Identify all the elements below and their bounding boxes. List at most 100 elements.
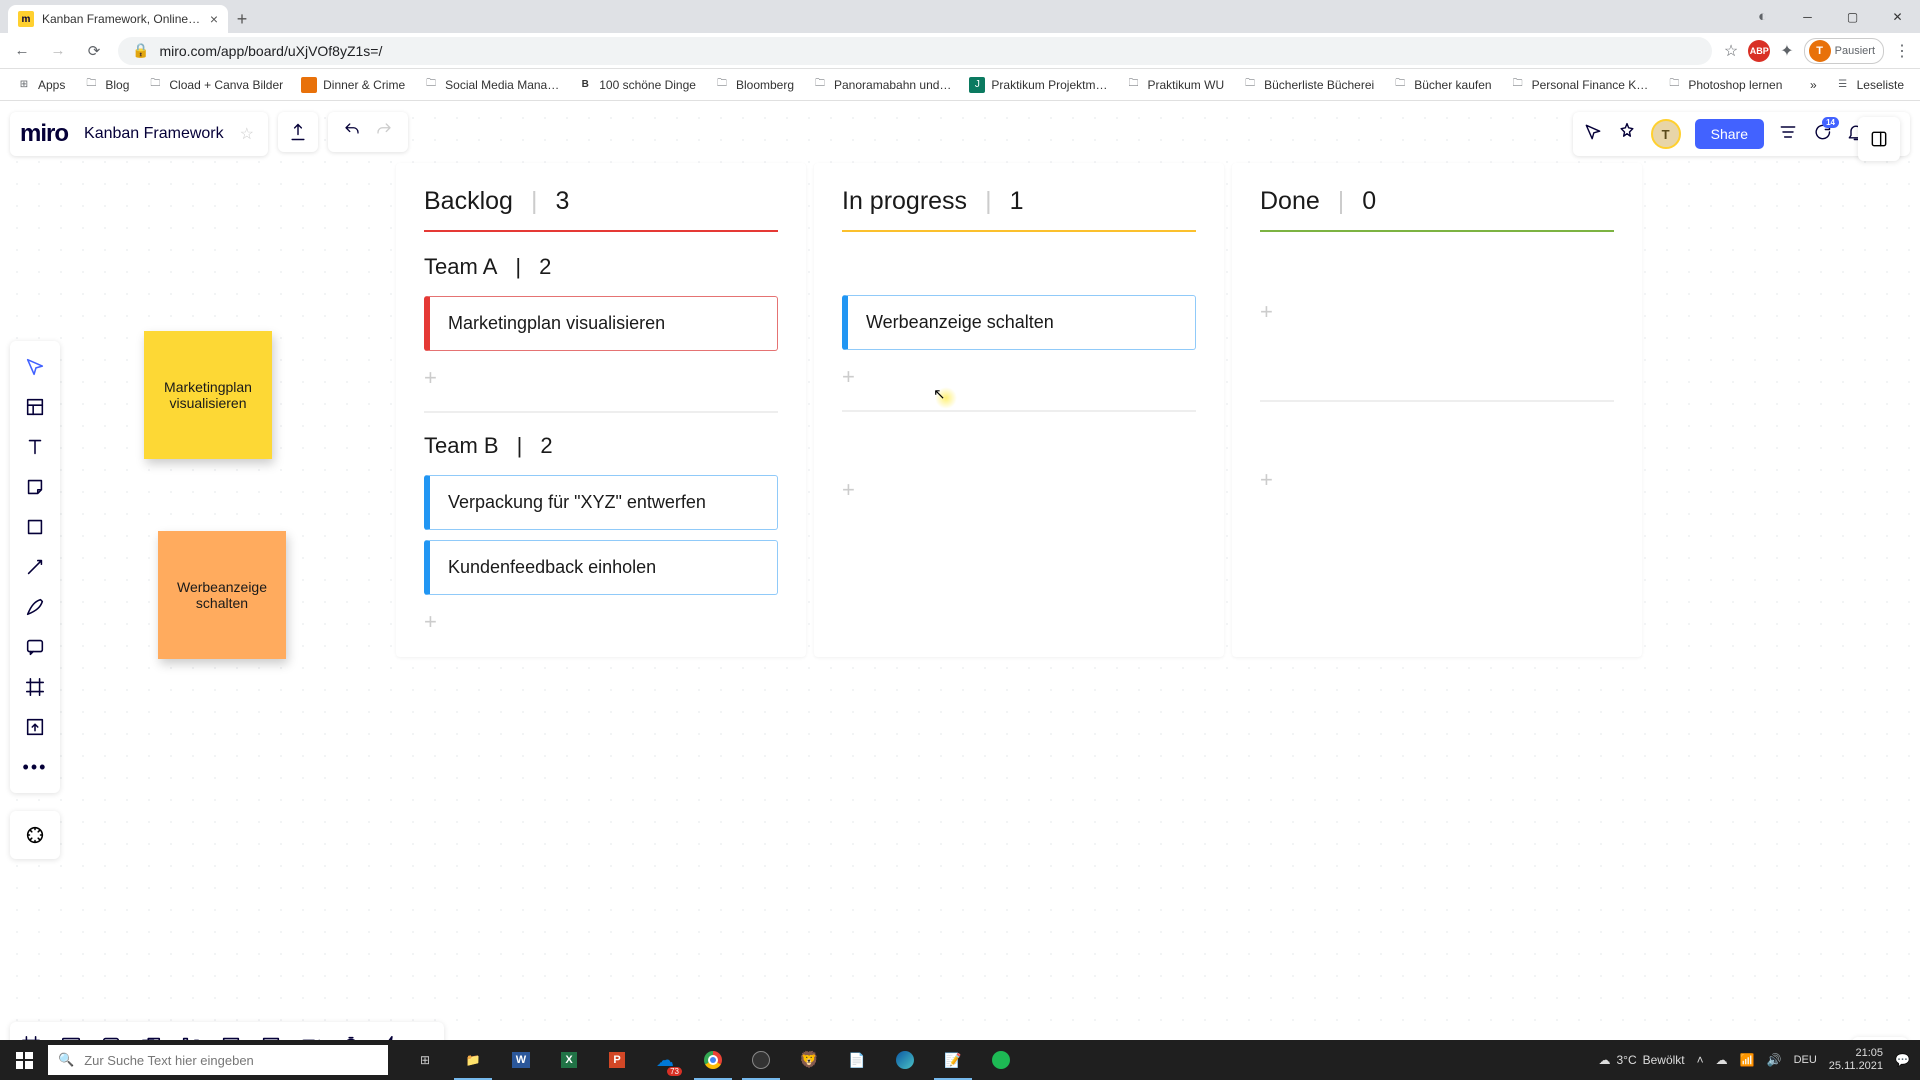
bookmark-item[interactable]: 🗀Bücherliste Bücherei <box>1236 74 1380 96</box>
comment-tool[interactable] <box>10 627 60 667</box>
back-button[interactable]: ← <box>10 39 34 63</box>
column-title: Done <box>1260 187 1320 216</box>
activity-panel-button[interactable] <box>1858 117 1900 161</box>
bookmark-item[interactable]: 🗀Photoshop lernen <box>1660 74 1788 96</box>
taskbar-app-powerpoint[interactable]: P <box>594 1040 640 1080</box>
taskbar-app-chrome[interactable] <box>690 1040 736 1080</box>
kanban-column-backlog[interactable]: Backlog | 3 Team A | 2 Marketingplan vis… <box>396 163 806 657</box>
taskbar-app-explorer[interactable]: 📁 <box>450 1040 496 1080</box>
taskbar-app-brave[interactable]: 🦁 <box>786 1040 832 1080</box>
bookmark-item[interactable]: 🗀Personal Finance K… <box>1504 74 1655 96</box>
browser-tab[interactable]: m Kanban Framework, Online Whit… × <box>8 5 228 33</box>
shape-tool[interactable] <box>10 507 60 547</box>
taskbar-search[interactable]: 🔍 Zur Suche Text hier eingeben <box>48 1045 388 1075</box>
url-field[interactable]: 🔒 miro.com/app/board/uXjVOf8yZ1s=/ <box>118 37 1712 65</box>
taskbar-app-rss[interactable]: 📄 <box>834 1040 880 1080</box>
add-card-button[interactable]: + <box>1260 295 1614 329</box>
taskbar-app-excel[interactable]: X <box>546 1040 592 1080</box>
taskbar-app-word[interactable]: W <box>498 1040 544 1080</box>
bookmark-item[interactable]: Dinner & Crime <box>295 74 411 96</box>
text-tool[interactable] <box>10 427 60 467</box>
wifi-icon[interactable]: 📶 <box>1740 1053 1755 1067</box>
task-view-button[interactable]: ⊞ <box>402 1040 448 1080</box>
bookmark-item[interactable]: 🗀Social Media Mana… <box>417 74 565 96</box>
comments-icon[interactable]: 14 <box>1812 122 1832 147</box>
kanban-board[interactable]: Backlog | 3 Team A | 2 Marketingplan vis… <box>396 163 1642 657</box>
sticky-note-yellow[interactable]: Marketingplan visualisieren <box>144 331 272 459</box>
abp-extension-icon[interactable]: ABP <box>1748 40 1770 62</box>
miro-logo[interactable]: miro <box>20 120 68 148</box>
clock[interactable]: 21:05 25.11.2021 <box>1829 1047 1883 1073</box>
templates-tool[interactable] <box>10 387 60 427</box>
undo-button[interactable] <box>343 121 361 144</box>
sticky-note-orange[interactable]: Werbeanzeige schalten <box>158 531 286 659</box>
sticky-tool[interactable] <box>10 467 60 507</box>
add-card-button[interactable]: + <box>842 360 1196 394</box>
kanban-card[interactable]: Verpackung für "XYZ" entwerfen <box>424 475 778 530</box>
bookmark-item[interactable]: B100 schöne Dinge <box>571 74 702 96</box>
board-name[interactable]: Kanban Framework <box>84 125 224 143</box>
add-card-button[interactable]: + <box>424 361 778 395</box>
more-tools[interactable]: ••• <box>10 747 60 787</box>
ai-tool-button[interactable] <box>10 811 60 859</box>
new-tab-button[interactable]: + <box>228 5 256 33</box>
bookmark-item[interactable]: 🗀Bücher kaufen <box>1386 74 1497 96</box>
cursor-icon[interactable] <box>1583 122 1603 147</box>
select-tool[interactable] <box>10 347 60 387</box>
onedrive-icon[interactable]: ☁ <box>1716 1053 1728 1067</box>
bookmarks-overflow-icon[interactable]: » <box>1804 78 1823 92</box>
extensions-icon[interactable]: ✦ <box>1780 41 1793 61</box>
bookmark-item[interactable]: 🗀Panoramabahn und… <box>806 74 957 96</box>
taskbar-app-notepad[interactable]: 📝 <box>930 1040 976 1080</box>
reading-list-button[interactable]: ☰Leseliste <box>1829 74 1910 96</box>
pen-tool[interactable] <box>10 587 60 627</box>
incognito-icon[interactable]: ◐ <box>1740 0 1785 33</box>
menu-icon[interactable]: ⋮ <box>1894 41 1910 61</box>
taskbar-app-edge[interactable] <box>882 1040 928 1080</box>
add-card-button[interactable]: + <box>842 473 1196 507</box>
weather-widget[interactable]: ☁ 3°C Bewölkt <box>1598 1053 1684 1067</box>
line-tool[interactable] <box>10 547 60 587</box>
taskbar-app-edge-old[interactable]: ☁73 <box>642 1040 688 1080</box>
bookmark-apps[interactable]: ⊞Apps <box>10 74 71 96</box>
kanban-card[interactable]: Kundenfeedback einholen <box>424 540 778 595</box>
star-board-icon[interactable]: ☆ <box>240 124 254 144</box>
bookmark-item[interactable]: 🗀Bloomberg <box>708 74 800 96</box>
star-icon[interactable]: ☆ <box>1724 41 1738 61</box>
language-indicator[interactable]: DEU <box>1794 1054 1817 1066</box>
bookmark-item[interactable]: 🗀Praktikum WU <box>1119 74 1230 96</box>
notification-badge: 14 <box>1822 117 1839 128</box>
maximize-button[interactable]: ▢ <box>1830 0 1875 33</box>
taskbar-app-obs[interactable] <box>738 1040 784 1080</box>
tray-overflow-icon[interactable]: ˄ <box>1697 1053 1704 1067</box>
user-avatar[interactable]: T <box>1651 119 1681 149</box>
bookmark-item[interactable]: 🗀Cload + Canva Bilder <box>141 74 289 96</box>
reactions-icon[interactable] <box>1617 122 1637 147</box>
close-tab-icon[interactable]: × <box>210 11 218 27</box>
settings-icon[interactable] <box>1778 122 1798 147</box>
kanban-card[interactable]: Marketingplan visualisieren <box>424 296 778 351</box>
reload-button[interactable]: ⟳ <box>82 39 106 63</box>
export-button[interactable] <box>278 112 318 152</box>
kanban-card[interactable]: Werbeanzeige schalten <box>842 295 1196 350</box>
minimize-button[interactable]: ─ <box>1785 0 1830 33</box>
start-button[interactable] <box>0 1040 48 1080</box>
kanban-column-done[interactable]: Done | 0 + + <box>1232 163 1642 657</box>
add-card-button[interactable]: + <box>424 605 778 639</box>
notifications-icon[interactable]: 💬 <box>1895 1053 1910 1067</box>
add-card-button[interactable]: + <box>1260 463 1614 497</box>
upload-tool[interactable] <box>10 707 60 747</box>
miro-canvas[interactable]: miro Kanban Framework ☆ T Share <box>0 101 1920 1080</box>
column-underline <box>842 230 1196 232</box>
profile-pause-pill[interactable]: T Pausiert <box>1804 38 1884 64</box>
taskbar-app-spotify[interactable] <box>978 1040 1024 1080</box>
frame-tool[interactable] <box>10 667 60 707</box>
bookmark-item[interactable]: JPraktikum Projektm… <box>963 74 1113 96</box>
kanban-column-inprogress[interactable]: In progress | 1 Werbeanzeige schalten + … <box>814 163 1224 657</box>
volume-icon[interactable]: 🔊 <box>1767 1053 1782 1067</box>
bookmark-item[interactable]: 🗀Blog <box>77 74 135 96</box>
share-button[interactable]: Share <box>1695 119 1764 149</box>
close-window-button[interactable]: ✕ <box>1875 0 1920 33</box>
forward-button[interactable]: → <box>46 39 70 63</box>
redo-button[interactable] <box>375 121 393 144</box>
